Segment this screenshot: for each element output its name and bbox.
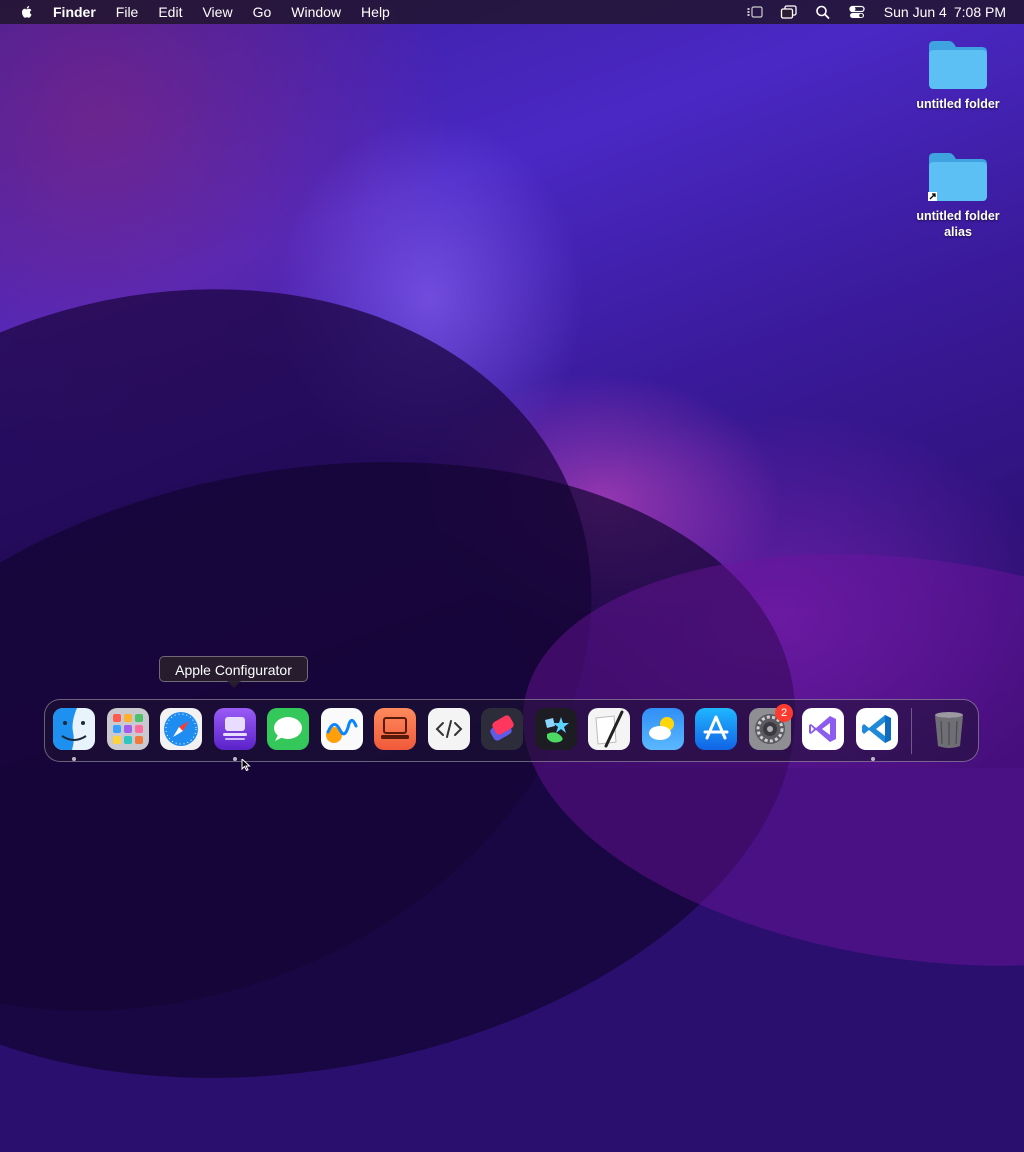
menu-bar: Finder File Edit View Go Window Help Sun… [0,0,1024,24]
reality-composer-icon [535,708,577,750]
dock-app-trash[interactable] [928,708,970,750]
spotlight-search-icon[interactable] [814,4,832,20]
dock-app-visual-studio[interactable] [802,708,844,750]
notification-badge: 2 [775,704,793,722]
dock-separator [911,708,912,754]
weather-icon [642,708,684,750]
menu-app-name[interactable]: Finder [53,0,106,24]
desktop-wallpaper [0,0,1024,1152]
dock-app-launchpad[interactable] [107,708,149,750]
desktop-icon-label: untitled folder [916,97,1000,111]
menu-bar-time: 7:08 PM [953,4,1006,20]
dock-app-vscode[interactable] [856,708,898,750]
dock-app-finder[interactable] [53,708,95,750]
screen-sharing-icon [374,708,416,750]
screen-mirroring-icon[interactable] [780,4,798,20]
dock-app-weather[interactable] [642,708,684,750]
dock-tooltip: Apple Configurator [159,656,308,688]
apple-menu-icon[interactable] [19,4,35,20]
folder-alias-icon [927,150,989,202]
safari-icon [160,708,202,750]
shortcuts-icon [481,708,523,750]
dock-app-screen-sharing[interactable] [374,708,416,750]
dock-running-indicator [233,757,237,761]
dock-app-apple-configurator[interactable] [214,708,256,750]
dock-app-shortcuts[interactable] [481,708,523,750]
visual-studio-icon [802,708,844,750]
freeform-icon [321,708,363,750]
menu-edit[interactable]: Edit [148,0,192,24]
trash-icon [928,708,970,750]
messages-icon [267,708,309,750]
desktop-icon-label: untitled folder alias [916,209,1000,239]
quill-icon [588,708,630,750]
stage-manager-icon[interactable] [746,4,764,20]
control-center-icon[interactable] [848,4,866,20]
dock: 2 [44,699,979,762]
finder-icon [53,708,95,750]
menu-window[interactable]: Window [281,0,351,24]
menu-bar-status-area: Sun Jun 4 7:08 PM [730,0,1006,24]
dock-app-reality-composer[interactable] [535,708,577,750]
menu-go[interactable]: Go [243,0,282,24]
dock-app-freeform[interactable] [321,708,363,750]
desktop-folder-untitled[interactable]: untitled folder [903,38,1013,112]
dock-app-script-editor[interactable] [428,708,470,750]
menu-help[interactable]: Help [351,0,400,24]
dock-app-app-store[interactable] [695,708,737,750]
desktop-folder-alias[interactable]: untitled folder alias [903,150,1013,240]
menu-bar-date: Sun Jun 4 [883,4,947,20]
launchpad-icon [107,708,149,750]
menu-view[interactable]: View [192,0,242,24]
menu-bar-clock[interactable]: Sun Jun 4 7:08 PM [884,4,1006,20]
vscode-icon [856,708,898,750]
dock-app-messages[interactable] [267,708,309,750]
apple-configurator-icon [214,708,256,750]
mouse-pointer-icon [241,757,251,772]
folder-icon [927,38,989,90]
menu-file[interactable]: File [106,0,149,24]
dock-app-safari[interactable] [160,708,202,750]
app-store-icon [695,708,737,750]
code-editor-icon [428,708,470,750]
dock-running-indicator [871,757,875,761]
dock-running-indicator [72,757,76,761]
dock-app-quill[interactable] [588,708,630,750]
